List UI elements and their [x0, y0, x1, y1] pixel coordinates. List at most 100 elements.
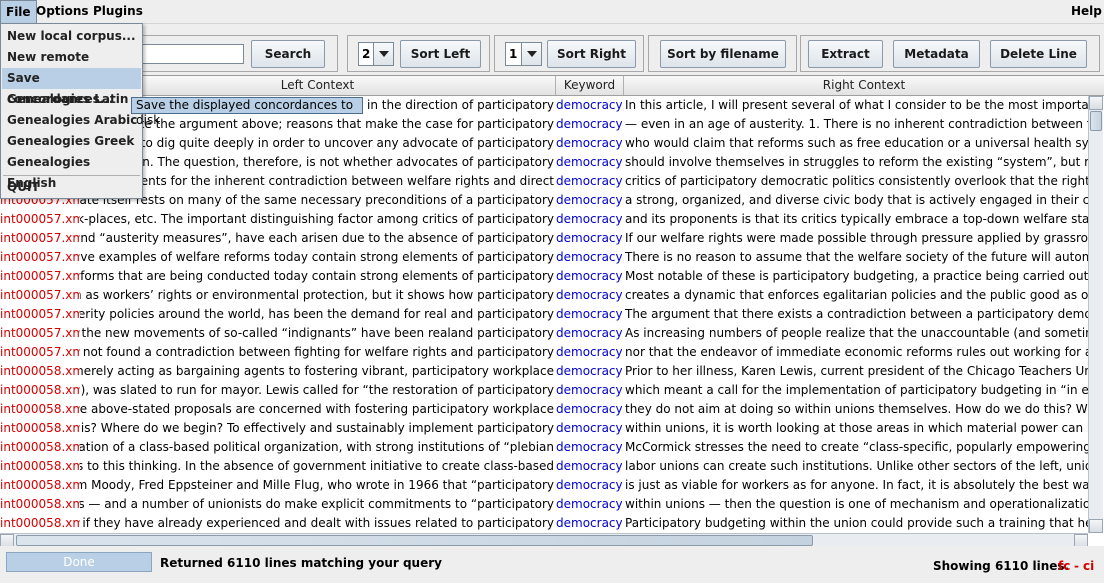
keyword-cell: democracy	[556, 516, 622, 530]
column-header-left-context[interactable]: Left Context	[80, 76, 556, 95]
menu-item-genealogies-arabic[interactable]: Genealogies Arabic	[2, 110, 141, 131]
filename-cell: int000058.xml	[0, 516, 80, 530]
left-context-cell: In fact, several innovative examples of …	[80, 248, 554, 267]
left-context-cell: within the union itself. While the above…	[80, 400, 554, 419]
scroll-up-button[interactable]	[1089, 96, 1103, 110]
menu-item-quit[interactable]: QUIT	[2, 177, 141, 198]
keyword-cell: democracy	[556, 345, 622, 359]
table-row[interactable]: int000057.xmlMoreover, the welfare state…	[0, 191, 1088, 210]
right-context-cell: within unions, it is worth looking at th…	[625, 421, 1088, 435]
table-body: int000057.xmlWe will see that each of th…	[0, 96, 1088, 533]
keyword-cell: democracy	[556, 250, 622, 264]
table-row[interactable]: int000058.xmlUnions can adopt such schem…	[0, 514, 1088, 533]
sort-right-button[interactable]: Sort Right	[547, 40, 636, 68]
table-row[interactable]: int000058.xmllabor unions can be prevent…	[0, 362, 1088, 381]
left-context-cell: Bookchin called for the creation of a cl…	[80, 438, 554, 457]
menu-item-genealogies-english[interactable]: Genealogies English	[2, 152, 141, 190]
column-header-right-context[interactable]: Right Context	[624, 76, 1104, 95]
menu-bar: File Options Plugins Help	[0, 0, 1104, 24]
horizontal-scroll-thumb[interactable]	[16, 535, 813, 546]
filename-cell: int000057.xml	[0, 326, 80, 340]
table-row[interactable]: int000057.xmlsuch reforms through legisl…	[0, 153, 1088, 172]
scroll-down-button[interactable]	[1089, 519, 1103, 533]
menu-item-save-concordances[interactable]: Save concordances...	[2, 68, 141, 106]
filename-cell: int000057.xml	[0, 307, 80, 321]
table-row[interactable]: int000057.xmlIn this section I will go t…	[0, 115, 1088, 134]
table-row[interactable]: int000057.xmlThose who put forward argum…	[0, 172, 1088, 191]
table-row[interactable]: int000057.xmlMany of the most important …	[0, 267, 1088, 286]
menu-plugins[interactable]: Plugins	[88, 0, 148, 23]
table-row[interactable]: int000058.xmlwithin the union itself. Wh…	[0, 400, 1088, 419]
keyword-cell: democracy	[556, 421, 622, 435]
left-context-text: Unions can adopt such schemes if they ha…	[80, 516, 554, 530]
menu-item-genealogies-greek[interactable]: Genealogies Greek	[2, 131, 141, 152]
menu-help[interactable]: Help	[1066, 0, 1104, 23]
keyword-cell: democracy	[556, 155, 622, 169]
menu-separator	[3, 175, 140, 176]
sort-left-button[interactable]: Sort Left	[400, 40, 481, 68]
column-header-keyword[interactable]: Keyword	[556, 76, 624, 95]
menu-item-new-remote-corpus[interactable]: New remote corpus...	[2, 47, 141, 85]
sort-right-level-select[interactable]: 1	[505, 42, 542, 66]
left-context-text: Moreover, the welfare state itself rests…	[80, 193, 554, 207]
sort-left-level-select[interactable]: 2	[358, 42, 394, 66]
table-row[interactable]: int000057.xmlIn conclusion, these figure…	[0, 343, 1088, 362]
menu-item-genealogies-latin[interactable]: Genealogies Latin	[2, 89, 141, 110]
table-row[interactable]: int000058.xmlwe must commit ourselves to…	[0, 457, 1088, 476]
left-context-cell: In conclusion, these figures have not fo…	[80, 343, 554, 362]
left-context-cell: we must commit ourselves to this thinkin…	[80, 457, 554, 476]
keyword-cell: democracy	[556, 231, 622, 245]
table-row[interactable]: int000057.xmlthe current economic crisis…	[0, 229, 1088, 248]
fc-toggle[interactable]: fc	[1058, 559, 1070, 573]
left-context-text: we must commit ourselves to this thinkin…	[80, 459, 554, 473]
menu-options[interactable]: Options	[31, 0, 94, 23]
filename-cell: int000058.xml	[0, 440, 80, 454]
left-context-text: In this light, one would have to dig qui…	[80, 136, 554, 150]
vertical-scroll-thumb[interactable]	[1090, 111, 1102, 131]
menu-item-new-local-corpus[interactable]: New local corpus...	[2, 26, 141, 47]
right-context-cell: Most notable of these is participatory b…	[625, 269, 1088, 283]
ci-toggle[interactable]: ci	[1083, 559, 1094, 573]
left-context-cell: Unions can adopt such schemes if they ha…	[80, 514, 554, 533]
right-context-cell: who would claim that reforms such as fre…	[625, 136, 1088, 150]
vertical-scrollbar[interactable]	[1088, 96, 1103, 533]
chevron-down-icon[interactable]	[521, 43, 541, 65]
filename-cell: int000057.xml	[0, 250, 80, 264]
progress-bar: Done	[6, 552, 152, 572]
search-input[interactable]	[142, 44, 244, 64]
table-row[interactable]: int000058.xmlthe work of Kim Moody, Fred…	[0, 476, 1088, 495]
status-message: Returned 6110 lines matching your query	[160, 556, 442, 570]
table-row[interactable]: int000057.xmlone of the central demand o…	[0, 324, 1088, 343]
horizontal-scrollbar[interactable]	[0, 533, 1088, 548]
table-row[interactable]: int000057.xmlThis does not address issue…	[0, 286, 1088, 305]
left-context-text: families, communities, work-places, etc.…	[80, 212, 554, 226]
left-context-cell: labor unions can be prevented from merel…	[80, 362, 554, 381]
metadata-button[interactable]: Metadata	[893, 40, 980, 68]
table-row[interactable]: int000058.xmlthe Chicago Teachers Union …	[0, 381, 1088, 400]
table-row[interactable]: int000057.xmlIn this light, one would ha…	[0, 134, 1088, 153]
table-row[interactable]: int000057.xmlIn fact, several innovative…	[0, 248, 1088, 267]
keyword-cell: democracy	[556, 459, 622, 473]
filename-cell: int000058.xml	[0, 421, 80, 435]
sort-by-filename-button[interactable]: Sort by filename	[660, 40, 786, 68]
right-context-cell: If our welfare rights were made possible…	[625, 231, 1088, 245]
keyword-cell: democracy	[556, 307, 622, 321]
right-context-cell: There is no reason to assume that the we…	[625, 250, 1088, 264]
left-context-text: Bookchin called for the creation of a cl…	[80, 440, 554, 454]
left-context-cell: In this light, one would have to dig qui…	[80, 134, 554, 153]
extract-button[interactable]: Extract	[808, 40, 883, 68]
left-context-text: How do we do this? Where do we begin? To…	[80, 421, 554, 435]
keyword-cell: democracy	[556, 98, 622, 112]
search-button[interactable]: Search	[251, 40, 325, 68]
delete-line-button[interactable]: Delete Line	[990, 40, 1087, 68]
table-row[interactable]: int000058.xmlBookchin called for the cre…	[0, 438, 1088, 457]
table-row[interactable]: int000057.xmlIn the wake of the crisis a…	[0, 305, 1088, 324]
table-row[interactable]: int000058.xmlHow do we do this? Where do…	[0, 419, 1088, 438]
right-context-cell: labor unions can create such institution…	[625, 459, 1088, 473]
chevron-down-icon[interactable]	[373, 43, 393, 65]
tooltip: Save the displayed concordances to disk	[131, 97, 363, 127]
left-context-cell: How do we do this? Where do we begin? To…	[80, 419, 554, 438]
left-context-text: such reforms through legislation. The qu…	[80, 155, 554, 169]
table-row[interactable]: int000057.xmlfamilies, communities, work…	[0, 210, 1088, 229]
table-row[interactable]: int000058.xmlFor many of our unions — an…	[0, 495, 1088, 514]
